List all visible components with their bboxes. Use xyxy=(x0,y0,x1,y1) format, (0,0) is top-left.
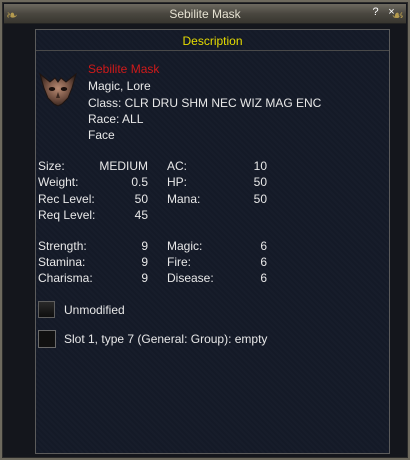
stamina-value: 9 xyxy=(141,255,148,269)
charisma-value: 9 xyxy=(141,271,148,285)
item-slot: Face xyxy=(88,128,115,142)
bat-mask-icon xyxy=(39,72,77,107)
ac-value: 10 xyxy=(253,159,267,173)
mana-value: 50 xyxy=(253,192,267,206)
item-name: Sebilite Mask xyxy=(88,62,160,76)
fire-resist-label: Fire: xyxy=(167,255,191,269)
size-value: MEDIUM xyxy=(99,159,148,173)
section-divider xyxy=(36,50,389,51)
weight-value: 0.5 xyxy=(131,175,148,189)
item-display-window: ❧ Sebilite Mask ? × ☙ Description Sebili… xyxy=(0,0,410,460)
corner-ornament-icon: ☙ xyxy=(391,7,404,23)
item-races: Race: ALL xyxy=(88,112,144,126)
hp-label: HP: xyxy=(167,175,188,189)
unmodified-checkbox[interactable] xyxy=(38,301,55,318)
charisma-label: Charisma: xyxy=(38,271,93,285)
magic-resist-value: 6 xyxy=(260,239,267,253)
disease-resist-value: 6 xyxy=(260,271,267,285)
rec-level-label: Rec Level: xyxy=(38,192,95,206)
augment-slot-1-label: Slot 1, type 7 (General: Group): empty xyxy=(64,332,268,346)
augment-slot-1[interactable] xyxy=(38,330,56,348)
title-bar[interactable]: ❧ Sebilite Mask ? × ☙ xyxy=(4,4,406,24)
ac-label: AC: xyxy=(167,159,188,173)
weight-label: Weight: xyxy=(38,175,79,189)
strength-value: 9 xyxy=(141,239,148,253)
disease-resist-label: Disease: xyxy=(167,271,214,285)
mana-label: Mana: xyxy=(167,192,201,206)
req-level-value: 45 xyxy=(134,208,148,222)
magic-resist-label: Magic: xyxy=(167,239,203,253)
window-title: Sebilite Mask xyxy=(169,7,241,21)
item-flags: Magic, Lore xyxy=(88,79,151,93)
item-classes: Class: CLR DRU SHM NEC WIZ MAG ENC xyxy=(88,96,322,110)
req-level-label: Req Level: xyxy=(38,208,96,222)
unmodified-label: Unmodified xyxy=(64,303,125,317)
help-button[interactable]: ? xyxy=(369,6,382,19)
size-label: Size: xyxy=(38,159,65,173)
strength-label: Strength: xyxy=(38,239,87,253)
stamina-label: Stamina: xyxy=(38,255,86,269)
fire-resist-value: 6 xyxy=(260,255,267,269)
rec-level-value: 50 xyxy=(134,192,148,206)
section-title: Description xyxy=(182,34,243,48)
hp-value: 50 xyxy=(253,175,267,189)
